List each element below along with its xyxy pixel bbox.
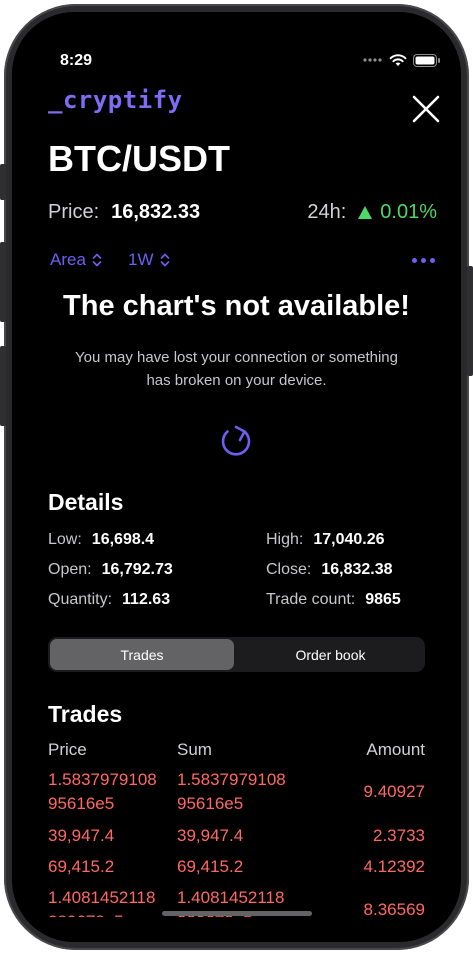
detail-quantity: Quantity: 112.63	[48, 591, 171, 608]
change-value: 0.01%	[380, 201, 437, 223]
reload-button[interactable]	[214, 419, 258, 463]
trade-amount: 2.3733	[373, 826, 425, 845]
price-label: Price:	[48, 201, 100, 223]
ellipsis-icon	[412, 258, 417, 263]
trades-orderbook-segmented-control: Trades Order book	[48, 637, 425, 672]
price-value: 16,832.33	[111, 201, 201, 223]
detail-close: Close: 16,832.38	[266, 561, 393, 578]
scroll-clip	[12, 917, 461, 942]
price-row: Price: 16,832.33	[48, 201, 200, 224]
chevron-up-down-icon	[92, 253, 102, 267]
detail-low: Low: 16,698.4	[48, 531, 155, 548]
app-screen: 8:29 _cryptify BTC/USDT Price: 16,832.33 …	[12, 12, 461, 942]
change-label: 24h:	[307, 201, 347, 223]
triangle-up-icon	[358, 206, 373, 219]
tab-trades[interactable]: Trades	[50, 639, 234, 670]
change-row: 24h: 0.01%	[307, 201, 437, 224]
column-header-sum: Sum	[177, 740, 212, 759]
power-button	[467, 266, 473, 376]
close-icon	[412, 95, 440, 123]
wifi-icon	[389, 54, 407, 66]
trade-price: 69,415.2	[48, 857, 115, 876]
cellular-signal-icon	[363, 58, 382, 62]
status-icons	[363, 53, 441, 67]
detail-open: Open: 16,792.73	[48, 561, 173, 578]
column-header-price: Price	[48, 740, 87, 759]
close-button[interactable]	[411, 94, 441, 124]
volume-down-button	[0, 346, 6, 426]
trade-sum: 39,947.4	[177, 826, 244, 845]
app-logo: _cryptify	[48, 86, 183, 114]
pair-title: BTC/USDT	[48, 138, 230, 179]
reload-icon	[221, 425, 251, 456]
chart-unavailable-title: The chart's not available!	[63, 290, 410, 322]
volume-up-button	[0, 242, 6, 322]
trade-price: 39,947.4	[48, 826, 115, 845]
tab-order-book[interactable]: Order book	[238, 639, 423, 670]
trade-price: 1.5837979108 95616e5	[48, 770, 157, 813]
detail-trade-count: Trade count: 9865	[266, 591, 401, 608]
battery-icon	[413, 53, 440, 67]
trade-sum: 1.5837979108 95616e5	[177, 770, 286, 813]
silent-switch	[0, 164, 6, 200]
detail-high: High: 17,040.26	[266, 531, 385, 548]
column-header-amount: Amount	[366, 740, 425, 759]
interval-selector[interactable]: 1W	[128, 250, 170, 270]
trade-amount: 4.12392	[363, 857, 425, 876]
details-title: Details	[48, 489, 124, 515]
home-indicator[interactable]	[162, 911, 312, 916]
chart-unavailable-message: You may have lost your connection or som…	[75, 349, 398, 389]
interval-label: 1W	[128, 250, 154, 269]
trades-title: Trades	[48, 701, 123, 727]
trade-amount: 9.40927	[363, 782, 425, 801]
chevron-up-down-icon	[160, 253, 169, 267]
trade-sum: 69,415.2	[177, 857, 244, 876]
more-options-button[interactable]	[412, 258, 435, 263]
chart-type-selector[interactable]: Area	[50, 250, 102, 270]
chart-type-label: Area	[50, 250, 86, 269]
status-time: 8:29	[60, 52, 93, 69]
